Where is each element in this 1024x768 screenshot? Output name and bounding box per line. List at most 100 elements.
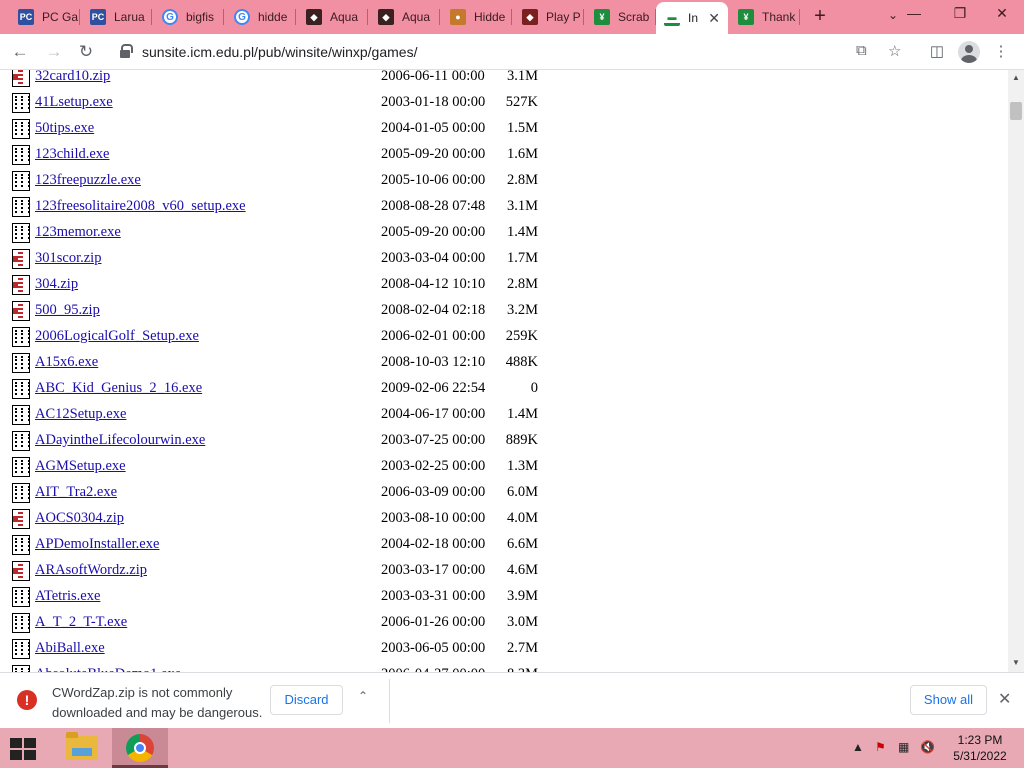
file-link[interactable]: APDemoInstaller.exe <box>35 536 159 553</box>
file-link[interactable]: 123child.exe <box>35 146 110 163</box>
vertical-scrollbar[interactable]: ▲ ▼ <box>1008 70 1024 672</box>
close-download-bar-icon[interactable]: ✕ <box>998 689 1011 709</box>
menu-icon[interactable]: ⋮ <box>990 41 1012 63</box>
page-content: 32card10.zip 2006-06-11 00:00 3.1M 41Lsetup… <box>0 70 1008 672</box>
file-link[interactable]: 500_95.zip <box>35 302 100 319</box>
file-link[interactable]: ADayintheLifecolourwin.exe <box>35 432 205 449</box>
file-link[interactable]: AbiBall.exe <box>35 640 105 657</box>
file-row: 123child.exe 2005-09-20 00:00 1.6M <box>0 142 1008 168</box>
close-window-button[interactable]: ✕ <box>980 0 1024 30</box>
browser-tab[interactable]: PC PC Ga <box>10 4 80 30</box>
file-row: AbsoluteBlueDemo1.exe2006-04-27 00:008.3… <box>0 662 1008 672</box>
binary-file-icon <box>12 405 30 425</box>
file-date: 2006-03-09 00:00 <box>381 484 486 500</box>
profile-avatar[interactable] <box>958 41 980 63</box>
lock-icon[interactable] <box>120 44 133 58</box>
file-link[interactable]: 50tips.exe <box>35 120 94 137</box>
browser-tab[interactable]: ¥ Thank <box>730 4 800 30</box>
file-link[interactable]: A_T_2_T-T.exe <box>35 614 127 631</box>
tab-title: bigfis <box>186 10 215 24</box>
url-text[interactable]: sunsite.icm.edu.pl/pub/winsite/winxp/gam… <box>142 44 417 60</box>
scrabble-icon: ¥ <box>594 9 610 25</box>
minimize-button[interactable]: — <box>892 0 936 30</box>
scroll-down-icon[interactable]: ▼ <box>1012 658 1020 667</box>
tray-overflow-icon[interactable]: ▲ <box>852 740 864 754</box>
volume-muted-icon[interactable]: 🔇 <box>920 740 935 754</box>
file-link[interactable]: 123freepuzzle.exe <box>35 172 141 189</box>
close-tab-icon[interactable]: ✕ <box>708 10 720 27</box>
show-all-button[interactable]: Show all <box>910 685 987 715</box>
pc-icon: PC <box>90 9 106 25</box>
system-clock[interactable]: 1:23 PM 5/31/2022 <box>942 732 1018 764</box>
windows-start-icon[interactable] <box>10 738 38 760</box>
file-link[interactable]: 32card10.zip <box>35 70 110 85</box>
tab-separator <box>511 9 512 25</box>
file-size: 1.7M <box>506 250 538 266</box>
file-row: AbiBall.exe 2003-06-05 00:00 2.7M <box>0 636 1008 662</box>
file-link[interactable]: 41Lsetup.exe <box>35 94 113 111</box>
browser-tab[interactable]: Gbigfis <box>154 4 224 30</box>
browser-tab[interactable]: Ghidde <box>226 4 296 30</box>
file-size: 1.6M <box>506 146 538 162</box>
file-link[interactable]: AIT_Tra2.exe <box>35 484 117 501</box>
browser-tab[interactable]: ◆ Play P <box>514 4 584 30</box>
tab-separator <box>367 9 368 25</box>
file-size: 527K <box>505 94 538 110</box>
tab-title: Thank <box>762 10 796 24</box>
address-bar[interactable]: sunsite.icm.edu.pl/pub/winsite/winxp/gam… <box>108 38 920 66</box>
file-link[interactable]: AGMSetup.exe <box>35 458 126 475</box>
scroll-up-icon[interactable]: ▲ <box>1012 73 1020 82</box>
file-link[interactable]: ABC_Kid_Genius_2_16.exe <box>35 380 202 397</box>
forward-button[interactable]: → <box>42 40 66 64</box>
binary-file-icon <box>12 197 30 217</box>
file-row: 123memor.exe 2005-09-20 00:00 1.4M <box>0 220 1008 246</box>
side-panel-icon[interactable]: ◫ <box>926 41 948 63</box>
restore-button[interactable]: ❐ <box>938 0 982 30</box>
browser-tab[interactable]: ▬ In ✕ <box>656 2 728 34</box>
download-message-line1: CWordZap.zip is not commonly <box>52 685 233 700</box>
file-date: 2004-01-05 00:00 <box>381 120 486 136</box>
browser-tab[interactable]: ¥ Scrab <box>586 4 656 30</box>
file-size: 6.0M <box>506 484 538 500</box>
new-tab-button[interactable]: + <box>808 6 832 28</box>
tab-title: Scrab <box>618 10 650 24</box>
file-explorer-taskbar-button[interactable] <box>54 728 110 768</box>
file-listing: 32card10.zip 2006-06-11 00:00 3.1M 41Lsetup… <box>0 70 1008 672</box>
scrollbar-thumb[interactable] <box>1010 102 1022 120</box>
binary-file-icon <box>12 145 30 165</box>
file-row: 500_95.zip 2008-02-04 02:18 3.2M <box>0 298 1008 324</box>
file-link[interactable]: ATetris.exe <box>35 588 100 605</box>
pc-icon: PC <box>18 9 34 25</box>
chevron-up-icon[interactable]: ⌃ <box>358 689 368 703</box>
browser-tab[interactable]: ◆ Aqua <box>298 4 368 30</box>
browser-tab[interactable]: PC Larua <box>82 4 152 30</box>
file-link[interactable]: AOCS0304.zip <box>35 510 124 527</box>
bookmark-star-icon[interactable]: ☆ <box>888 42 901 60</box>
share-icon[interactable]: ⧉ <box>856 42 867 59</box>
file-size: 3.2M <box>506 302 538 318</box>
file-link[interactable]: A15x6.exe <box>35 354 98 371</box>
file-link[interactable]: 2006LogicalGolf_Setup.exe <box>35 328 199 345</box>
browser-tab[interactable]: ◆ Aqua <box>370 4 440 30</box>
file-row: 50tips.exe 2004-01-05 00:00 1.5M <box>0 116 1008 142</box>
chrome-taskbar-button[interactable] <box>112 728 168 768</box>
file-link[interactable]: 304.zip <box>35 276 78 293</box>
file-row: 301scor.zip 2003-03-04 00:00 1.7M <box>0 246 1008 272</box>
discard-button[interactable]: Discard <box>270 685 343 715</box>
file-link[interactable]: 123freesolitaire2008_v60_setup.exe <box>35 198 246 215</box>
reload-button[interactable]: ↻ <box>74 40 98 64</box>
file-size: 3.1M <box>506 70 538 84</box>
file-size: 259K <box>505 328 538 344</box>
network-icon[interactable]: ▦ <box>898 740 909 754</box>
compressed-file-icon <box>12 70 30 87</box>
back-button[interactable]: ← <box>8 40 32 64</box>
file-link[interactable]: 301scor.zip <box>35 250 101 267</box>
file-date: 2008-02-04 02:18 <box>381 302 486 318</box>
file-link[interactable]: AC12Setup.exe <box>35 406 126 423</box>
file-date: 2005-09-20 00:00 <box>381 146 486 162</box>
file-link[interactable]: 123memor.exe <box>35 224 121 241</box>
file-link[interactable]: ARAsoftWordz.zip <box>35 562 147 579</box>
network-error-icon[interactable]: ⚑ <box>875 740 886 754</box>
browser-tab[interactable]: ● Hidde <box>442 4 512 30</box>
binary-file-icon <box>12 613 30 633</box>
